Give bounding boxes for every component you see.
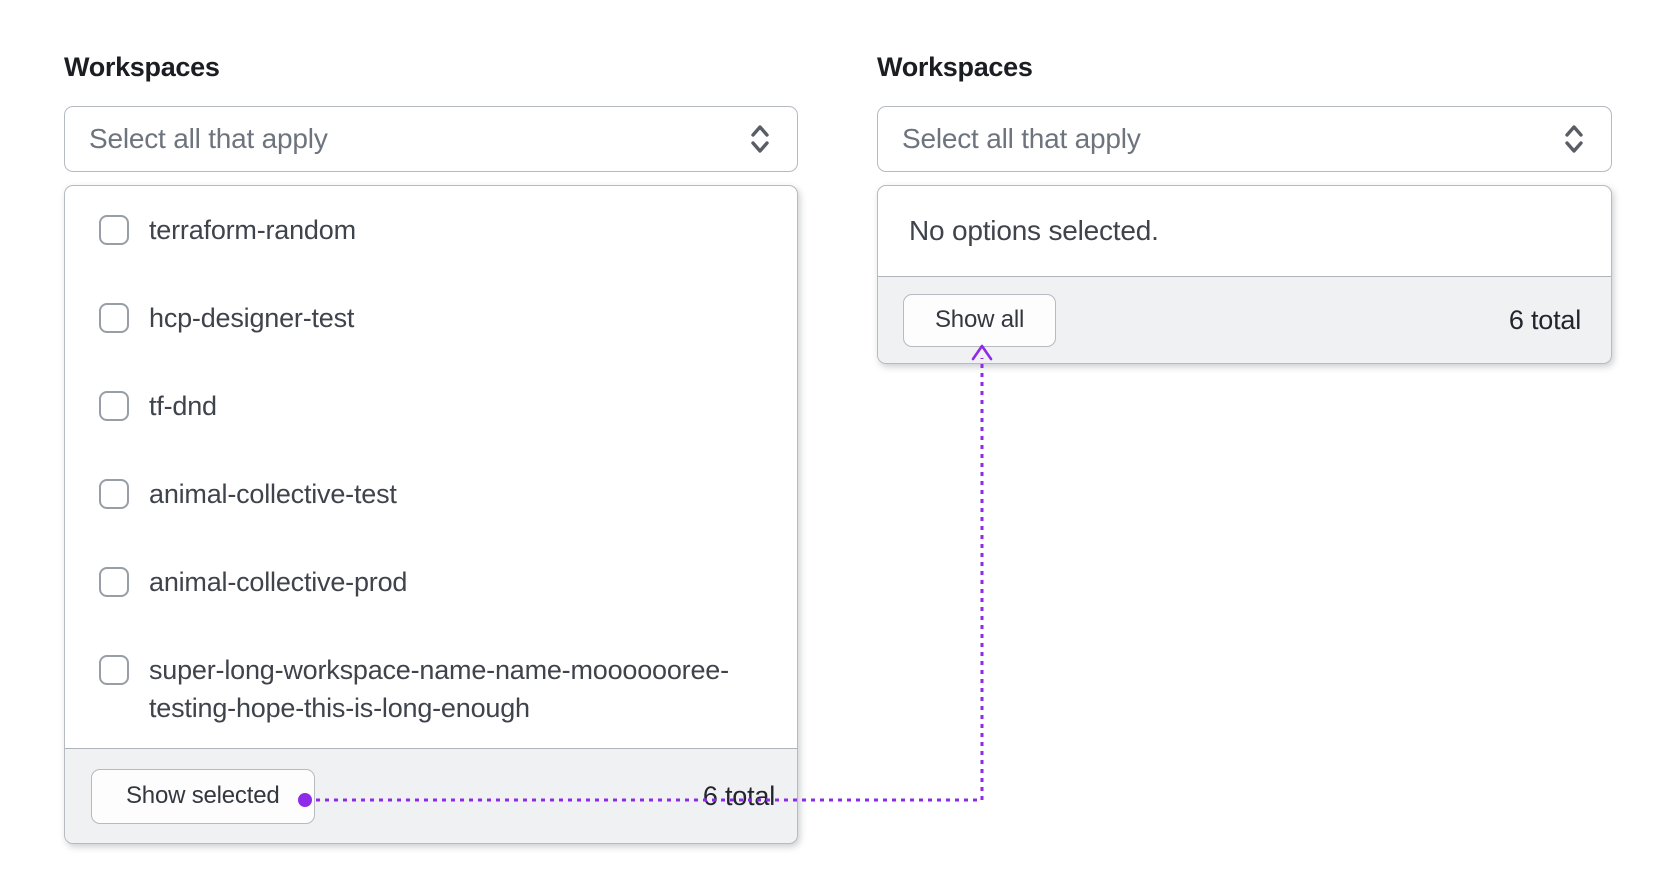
option-checkbox[interactable] <box>99 215 129 245</box>
caret-up-down-icon <box>1565 125 1583 153</box>
total-count: 6 total <box>1508 304 1581 335</box>
empty-state-message: No options selected. <box>909 215 1159 246</box>
total-count: 6 total <box>702 780 775 811</box>
option-checkbox[interactable] <box>99 391 129 421</box>
workspace-option-list: terraform-random hcp-designer-test tf-dn… <box>65 186 797 748</box>
option-row[interactable]: animal-collective-prod <box>99 563 773 601</box>
trigger-placeholder: Select all that apply <box>902 123 1141 154</box>
show-selected-button[interactable]: Show selected <box>91 768 315 824</box>
option-row[interactable]: terraform-random <box>99 211 773 249</box>
option-label: hcp-designer-test <box>149 303 355 333</box>
option-label: animal-collective-test <box>149 479 397 509</box>
option-row[interactable]: animal-collective-test <box>99 475 773 513</box>
option-row[interactable]: super-long-workspace-name-name-moooooore… <box>99 651 773 727</box>
option-label: super-long-workspace-name-name-moooooore… <box>149 655 729 723</box>
option-label: animal-collective-prod <box>149 567 408 597</box>
empty-state-row: No options selected. <box>878 186 1611 276</box>
option-checkbox[interactable] <box>99 303 129 333</box>
option-label: terraform-random <box>149 215 356 245</box>
show-all-button[interactable]: Show all <box>903 293 1057 347</box>
caret-up-down-icon <box>751 125 769 153</box>
workspaces-multiselect-open: Workspaces Select all that apply terrafo… <box>64 52 798 844</box>
option-row[interactable]: hcp-designer-test <box>99 299 773 337</box>
option-checkbox[interactable] <box>99 655 129 685</box>
page: Workspaces Select all that apply terrafo… <box>0 0 1672 892</box>
multiselect-trigger[interactable]: Select all that apply <box>64 106 798 172</box>
trigger-placeholder: Select all that apply <box>89 123 328 154</box>
workspaces-multiselect-empty: Workspaces Select all that apply No opti… <box>877 52 1612 364</box>
option-checkbox[interactable] <box>99 479 129 509</box>
multiselect-trigger[interactable]: Select all that apply <box>877 106 1612 172</box>
dropdown-footer: Show selected 6 total <box>65 748 797 843</box>
field-label: Workspaces <box>64 52 220 82</box>
options-dropdown-panel: terraform-random hcp-designer-test tf-dn… <box>64 185 798 844</box>
dropdown-footer: Show all 6 total <box>878 276 1611 363</box>
selected-options-panel: No options selected. Show all 6 total <box>877 185 1612 364</box>
field-label: Workspaces <box>877 52 1033 82</box>
option-label: tf-dnd <box>149 391 217 421</box>
option-checkbox[interactable] <box>99 567 129 597</box>
option-row[interactable]: tf-dnd <box>99 387 773 425</box>
